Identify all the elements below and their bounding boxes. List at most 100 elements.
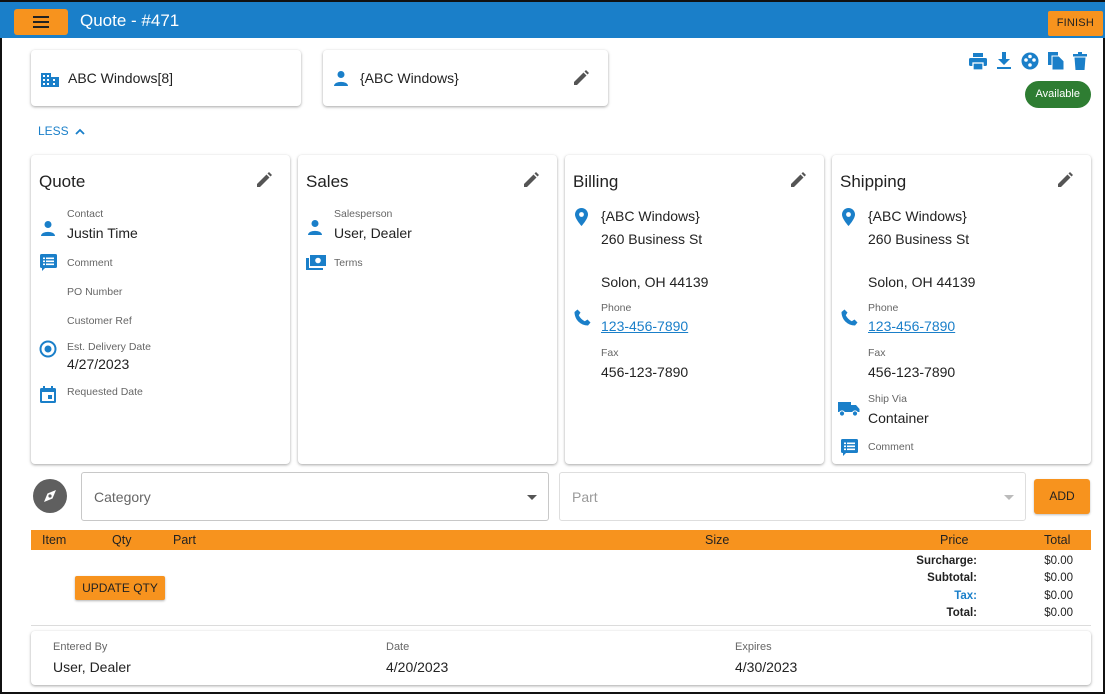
- comment-field[interactable]: Comment: [67, 257, 113, 269]
- customer-card[interactable]: ABC Windows[8]: [31, 50, 301, 106]
- calendar-icon: [40, 386, 56, 403]
- billing-street: 260 Business St: [601, 231, 703, 247]
- expires-label: Expires: [735, 641, 772, 653]
- download-icon[interactable]: [996, 52, 1012, 70]
- shipping-card-title: Shipping: [840, 172, 907, 191]
- quote-card-title: Quote: [39, 172, 86, 191]
- hamburger-icon: [33, 16, 49, 28]
- est-delivery-value[interactable]: 4/27/2023: [67, 356, 129, 372]
- building-icon: [41, 73, 59, 87]
- customer-name: ABC Windows[8]: [68, 70, 174, 86]
- person-icon: [308, 220, 322, 235]
- billing-name: {ABC Windows}: [601, 208, 700, 224]
- pencil-icon[interactable]: [256, 172, 272, 188]
- total-value: $0.00: [1044, 607, 1073, 619]
- pencil-icon[interactable]: [1057, 172, 1073, 188]
- page-title: Quote - #471: [80, 11, 180, 30]
- billing-card: Billing {ABC Windows} 260 Business St So…: [565, 155, 824, 464]
- menu-button[interactable]: [14, 9, 68, 35]
- col-price[interactable]: Price: [940, 533, 968, 547]
- less-toggle-label: LESS: [38, 124, 69, 138]
- contact-value[interactable]: Justin Time: [67, 225, 138, 241]
- shipping-street: 260 Business St: [868, 231, 970, 247]
- tax-value: $0.00: [1044, 590, 1073, 602]
- add-button[interactable]: ADD: [1034, 479, 1090, 514]
- salesperson-label: Salesperson: [334, 208, 393, 220]
- ship-via-label: Ship Via: [868, 393, 907, 405]
- status-badge: Available: [1024, 81, 1091, 108]
- col-item[interactable]: Item: [42, 533, 66, 547]
- col-part[interactable]: Part: [173, 533, 196, 547]
- part-select[interactable]: Part: [559, 472, 1026, 521]
- divider: [31, 625, 1091, 626]
- category-placeholder: Category: [94, 489, 151, 505]
- billing-phone-label: Phone: [601, 302, 632, 314]
- trash-icon[interactable]: [1073, 52, 1087, 70]
- category-select[interactable]: Category: [81, 472, 549, 521]
- surcharge-label: Surcharge:: [916, 555, 977, 567]
- total-label: Total:: [946, 607, 977, 619]
- pencil-icon[interactable]: [790, 172, 806, 188]
- quote-actions: [969, 50, 1087, 72]
- finish-button[interactable]: FINISH: [1047, 11, 1103, 36]
- copy-icon[interactable]: [1048, 52, 1064, 70]
- location-pin-icon: [575, 208, 588, 226]
- col-qty[interactable]: Qty: [112, 533, 131, 547]
- customer-ref-field[interactable]: Customer Ref: [67, 315, 132, 327]
- shipping-comment-field[interactable]: Comment: [868, 441, 914, 453]
- est-delivery-label: Est. Delivery Date: [67, 341, 152, 353]
- compass-icon: [44, 490, 56, 502]
- pencil-icon[interactable]: [573, 70, 589, 86]
- date-value: 4/20/2023: [386, 659, 449, 675]
- surcharge-value: $0.00: [1044, 555, 1073, 567]
- billing-phone-link[interactable]: 123-456-7890: [601, 318, 688, 334]
- palette-icon[interactable]: [1021, 52, 1039, 70]
- billing-fax: 456-123-7890: [601, 364, 689, 380]
- money-icon: [306, 255, 326, 270]
- quote-card: Quote Contact Justin Time Comment PO Num…: [31, 155, 290, 464]
- contact-label: Contact: [67, 208, 104, 220]
- app-bar: Quote - #471 FINISH: [0, 0, 1105, 38]
- phone-icon: [841, 309, 858, 326]
- chevron-down-icon: [1004, 495, 1014, 500]
- shipping-city: Solon, OH 44139: [868, 274, 976, 290]
- po-number-field[interactable]: PO Number: [67, 286, 122, 298]
- subtotal-value: $0.00: [1044, 572, 1073, 584]
- pencil-icon[interactable]: [523, 172, 539, 188]
- shipping-fax: 456-123-7890: [868, 364, 956, 380]
- billing-card-title: Billing: [573, 172, 619, 191]
- comment-icon: [40, 254, 57, 271]
- ship-via-value[interactable]: Container: [868, 410, 929, 426]
- shipping-card: Shipping {ABC Windows} 260 Business St S…: [832, 155, 1091, 464]
- sales-card-title: Sales: [306, 172, 349, 191]
- shipping-phone-link[interactable]: 123-456-7890: [868, 318, 955, 334]
- part-placeholder: Part: [572, 489, 598, 505]
- person-icon: [334, 71, 348, 86]
- requested-date-field[interactable]: Requested Date: [67, 386, 143, 398]
- billing-fax-label: Fax: [601, 347, 619, 359]
- customer-contact-name: {ABC Windows}: [360, 70, 459, 86]
- date-label: Date: [386, 641, 410, 653]
- expires-value: 4/30/2023: [735, 659, 798, 675]
- entered-by-value: User, Dealer: [53, 659, 131, 675]
- chevron-down-icon: [527, 495, 537, 500]
- phone-icon: [574, 309, 591, 326]
- audit-footer: Entered By User, Dealer Date 4/20/2023 E…: [31, 631, 1091, 685]
- salesperson-value[interactable]: User, Dealer: [334, 225, 412, 241]
- col-total[interactable]: Total: [1044, 533, 1070, 547]
- col-size[interactable]: Size: [705, 533, 729, 547]
- subtotal-label: Subtotal:: [927, 572, 977, 584]
- comment-icon: [841, 439, 858, 456]
- shipping-phone-label: Phone: [868, 302, 899, 314]
- line-items-header: Item Qty Part Size Price Total: [31, 530, 1091, 550]
- update-qty-button[interactable]: UPDATE QTY: [75, 576, 165, 600]
- terms-field[interactable]: Terms: [334, 257, 363, 269]
- location-pin-icon: [842, 208, 855, 226]
- shipping-name: {ABC Windows}: [868, 208, 967, 224]
- billing-city: Solon, OH 44139: [601, 274, 709, 290]
- tax-link[interactable]: Tax:: [954, 590, 977, 602]
- customer-contact-card[interactable]: {ABC Windows}: [323, 50, 608, 106]
- print-icon[interactable]: [969, 52, 987, 70]
- compass-button[interactable]: [33, 479, 67, 513]
- less-toggle[interactable]: LESS: [38, 124, 85, 138]
